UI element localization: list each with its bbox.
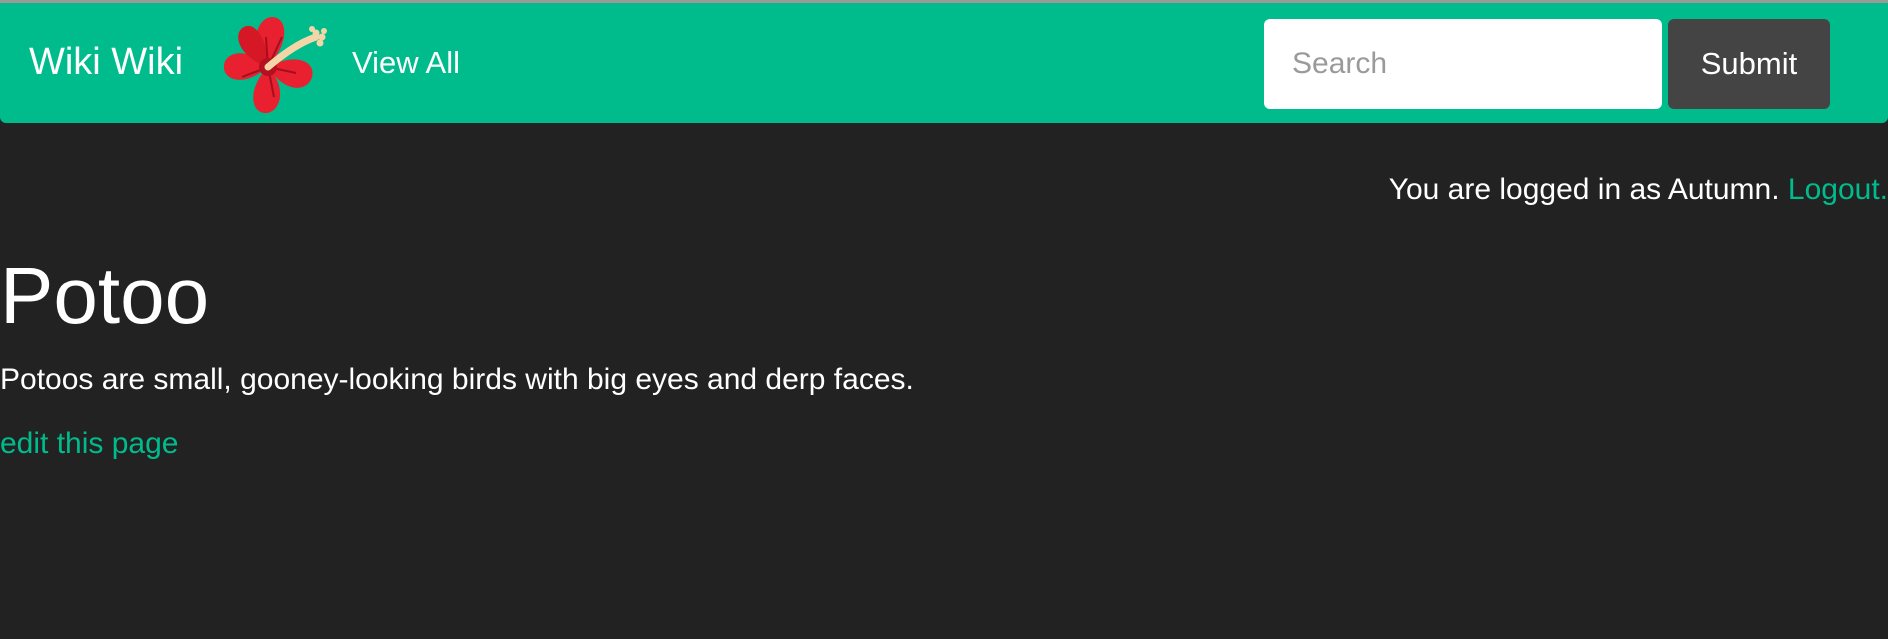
logout-link[interactable]: Logout. <box>1788 173 1888 206</box>
brand-link[interactable]: Wiki Wiki <box>29 37 183 87</box>
login-status: You are logged in as Autumn. Logout. <box>1389 170 1888 210</box>
page-body-text: Potoos are small, gooney-looking birds w… <box>0 363 914 396</box>
hibiscus-flower-icon <box>218 9 328 117</box>
login-status-text: You are logged in as Autumn. <box>1388 173 1788 206</box>
edit-page-link[interactable]: edit this page <box>0 422 178 466</box>
search-input[interactable] <box>1264 19 1662 109</box>
top-navbar: Wiki Wiki View All Submit <box>0 3 1888 123</box>
view-all-link[interactable]: View All <box>352 43 460 83</box>
submit-button[interactable]: Submit <box>1668 19 1830 109</box>
page-title: Potoo <box>0 251 210 340</box>
